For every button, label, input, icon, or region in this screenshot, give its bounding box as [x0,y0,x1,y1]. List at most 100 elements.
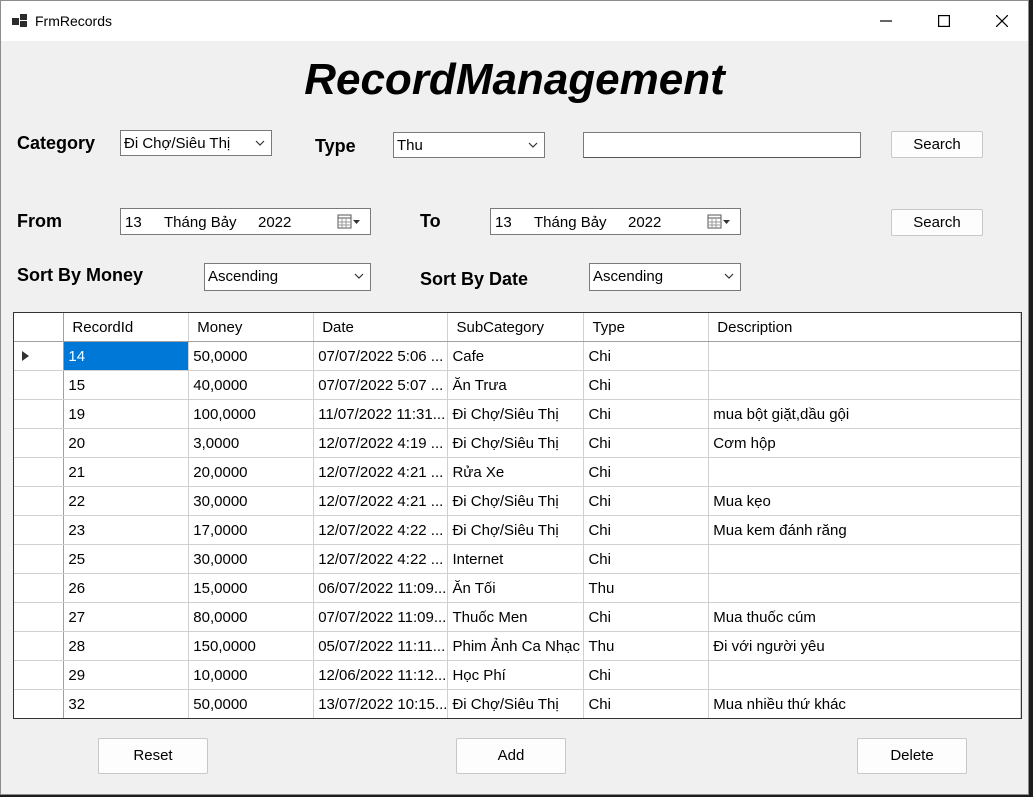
table-row[interactable]: 20 3,0000 12/07/2022 4:19 ... Đi Chợ/Siêu T… [14,428,1021,458]
column-header[interactable]: Type [583,313,710,342]
table-cell[interactable]: Chi [583,457,710,487]
table-cell[interactable] [708,457,1021,487]
table-cell[interactable]: 07/07/2022 5:07 ... [313,370,449,400]
table-row[interactable]: 15 40,0000 07/07/2022 5:07 ... Ăn Trưa Chi [14,370,1021,400]
row-header[interactable] [14,515,65,545]
table-cell[interactable] [708,660,1021,690]
table-cell[interactable]: 06/07/2022 11:09... [313,573,449,603]
table-cell[interactable]: Chi [583,544,710,574]
table-cell[interactable]: 13/07/2022 10:15... [313,689,449,718]
table-cell[interactable]: Chi [583,486,710,516]
table-cell[interactable]: Đi Chợ/Siêu Thị [447,428,585,458]
records-grid[interactable]: RecordId Money Date SubCategory Type Des… [13,312,1022,719]
row-header[interactable] [14,399,65,429]
table-row[interactable]: 25 30,0000 12/07/2022 4:22 ... Internet Chi [14,544,1021,574]
table-cell[interactable]: 50,0000 [188,689,315,718]
type-select[interactable]: Thu [393,132,545,158]
table-cell[interactable]: Mua kẹo [708,486,1021,516]
table-cell[interactable]: 50,0000 [188,341,315,371]
table-cell[interactable]: 29 [63,660,190,690]
table-cell[interactable]: Chi [583,399,710,429]
table-cell[interactable]: Phim Ảnh Ca Nhạc [447,631,585,661]
row-header[interactable] [14,341,65,371]
table-cell[interactable]: 14 [63,341,190,371]
table-cell[interactable]: 12/07/2022 4:22 ... [313,515,449,545]
delete-button[interactable]: Delete [857,738,967,774]
row-header[interactable] [14,631,65,661]
column-header[interactable]: Date [313,313,449,342]
table-cell[interactable] [708,370,1021,400]
table-cell[interactable]: 32 [63,689,190,718]
table-cell[interactable]: 21 [63,457,190,487]
table-cell[interactable]: 15 [63,370,190,400]
row-header[interactable] [14,573,65,603]
table-cell[interactable]: 26 [63,573,190,603]
table-cell[interactable]: Ăn Tối [447,573,585,603]
table-row[interactable]: 19 100,0000 11/07/2022 11:31... Đi Chợ/Siêu… [14,399,1021,429]
table-cell[interactable]: Internet [447,544,585,574]
table-cell[interactable]: Đi Chợ/Siêu Thị [447,486,585,516]
column-header[interactable]: RecordId [63,313,190,342]
table-cell[interactable]: Cơm hộp [708,428,1021,458]
table-cell[interactable]: Chi [583,341,710,371]
row-header[interactable] [14,457,65,487]
table-cell[interactable]: Thu [583,631,710,661]
table-cell[interactable]: 17,0000 [188,515,315,545]
table-row[interactable]: 28 150,0000 05/07/2022 11:11... Phim Ảnh Ca… [14,631,1021,661]
table-cell[interactable]: 05/07/2022 11:11... [313,631,449,661]
table-cell[interactable] [708,544,1021,574]
table-cell[interactable]: Ăn Trưa [447,370,585,400]
table-cell[interactable]: 40,0000 [188,370,315,400]
table-cell[interactable]: 07/07/2022 5:06 ... [313,341,449,371]
sort-money-select[interactable]: Ascending [204,263,371,291]
column-header[interactable]: SubCategory [447,313,585,342]
table-cell[interactable]: Chi [583,660,710,690]
table-cell[interactable]: 30,0000 [188,544,315,574]
maximize-button[interactable] [915,1,973,41]
table-cell[interactable]: 19 [63,399,190,429]
sort-date-select[interactable]: Ascending [589,263,741,291]
minimize-button[interactable] [857,1,915,41]
table-cell[interactable]: Đi Chợ/Siêu Thị [447,399,585,429]
table-cell[interactable] [708,341,1021,371]
table-row[interactable]: 14 50,0000 07/07/2022 5:06 ... Cafe Chi [14,341,1021,371]
table-cell[interactable]: 23 [63,515,190,545]
table-cell[interactable]: 100,0000 [188,399,315,429]
table-cell[interactable]: 12/07/2022 4:21 ... [313,486,449,516]
table-row[interactable]: 26 15,0000 06/07/2022 11:09... Ăn Tối Thu [14,573,1021,603]
table-row[interactable]: 32 50,0000 13/07/2022 10:15... Đi Chợ/Siêu … [14,689,1021,718]
table-cell[interactable]: 07/07/2022 11:09... [313,602,449,632]
table-cell[interactable]: 22 [63,486,190,516]
table-cell[interactable]: 12/06/2022 11:12... [313,660,449,690]
table-cell[interactable]: Thu [583,573,710,603]
table-cell[interactable]: 27 [63,602,190,632]
table-cell[interactable]: 15,0000 [188,573,315,603]
table-cell[interactable]: Chi [583,428,710,458]
table-cell[interactable]: Chi [583,602,710,632]
table-cell[interactable]: 30,0000 [188,486,315,516]
table-cell[interactable]: Chi [583,370,710,400]
row-header[interactable] [14,370,65,400]
table-cell[interactable]: 80,0000 [188,602,315,632]
table-cell[interactable]: 11/07/2022 11:31... [313,399,449,429]
table-cell[interactable]: Rửa Xe [447,457,585,487]
from-date-picker[interactable]: 13 Tháng Bảy 2022 [120,208,371,235]
table-cell[interactable]: 20,0000 [188,457,315,487]
table-row[interactable]: 23 17,0000 12/07/2022 4:22 ... Đi Chợ/Siêu … [14,515,1021,545]
table-cell[interactable]: Mua thuốc cúm [708,602,1021,632]
table-cell[interactable]: Đi với người yêu [708,631,1021,661]
table-cell[interactable]: 12/07/2022 4:19 ... [313,428,449,458]
table-cell[interactable]: Chi [583,689,710,718]
calendar-dropdown-icon[interactable] [337,213,361,231]
table-cell[interactable]: Cafe [447,341,585,371]
row-header[interactable] [14,544,65,574]
row-header[interactable] [14,428,65,458]
table-cell[interactable]: Thuốc Men [447,602,585,632]
table-cell[interactable]: Đi Chợ/Siêu Thị [447,515,585,545]
calendar-dropdown-icon[interactable] [707,213,731,231]
reset-button[interactable]: Reset [98,738,208,774]
close-button[interactable] [973,1,1031,41]
search-input[interactable] [583,132,861,158]
table-row[interactable]: 21 20,0000 12/07/2022 4:21 ... Rửa Xe Chi [14,457,1021,487]
table-cell[interactable]: 10,0000 [188,660,315,690]
